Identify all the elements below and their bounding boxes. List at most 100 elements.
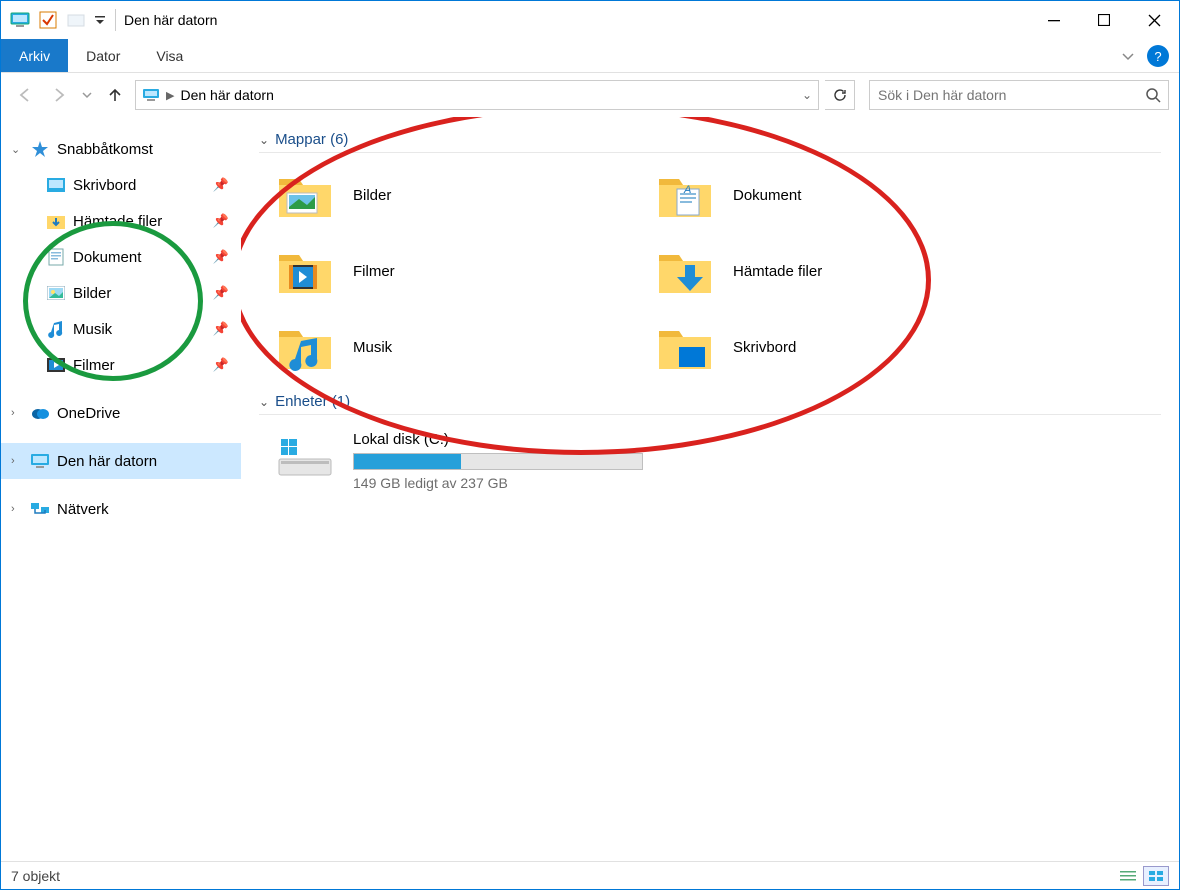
pin-icon[interactable]: 📌 xyxy=(213,285,229,301)
tree-label: Filmer xyxy=(73,357,115,374)
navigation-bar: ▶ Den här datorn ⌄ xyxy=(1,73,1179,117)
folder-label: Musik xyxy=(353,339,392,356)
tree-this-pc[interactable]: › Den här datorn xyxy=(1,443,241,479)
music-folder-icon xyxy=(277,323,333,371)
quick-access-toolbar xyxy=(9,9,107,31)
chevron-down-icon[interactable]: ⌄ xyxy=(259,133,269,147)
chevron-down-icon[interactable]: ⌄ xyxy=(259,395,269,409)
pin-icon[interactable]: 📌 xyxy=(213,249,229,265)
folder-dokument[interactable]: A Dokument xyxy=(657,171,1037,219)
onedrive-icon xyxy=(29,404,51,422)
tree-label: Musik xyxy=(73,321,112,338)
tree-label: Hämtade filer xyxy=(73,213,162,230)
navigation-tree: ⌄ Snabbåtkomst Skrivbord 📌 Hämtade filer… xyxy=(1,117,241,861)
breadcrumb-separator-icon[interactable]: ▶ xyxy=(166,89,174,102)
tree-item-filmer[interactable]: Filmer 📌 xyxy=(1,347,241,383)
folder-hamtade[interactable]: Hämtade filer xyxy=(657,247,1037,295)
tree-quick-access[interactable]: ⌄ Snabbåtkomst xyxy=(1,131,241,167)
view-large-icons-button[interactable] xyxy=(1143,866,1169,886)
view-details-button[interactable] xyxy=(1115,866,1141,886)
address-dropdown-icon[interactable]: ⌄ xyxy=(802,88,812,102)
tree-label: OneDrive xyxy=(57,405,120,422)
folder-label: Filmer xyxy=(353,263,395,280)
star-icon xyxy=(29,140,51,158)
tab-visa[interactable]: Visa xyxy=(138,39,201,72)
documents-folder-icon: A xyxy=(657,171,713,219)
desktop-icon xyxy=(45,176,67,194)
pin-icon[interactable]: 📌 xyxy=(213,357,229,373)
tree-network[interactable]: › Nätverk xyxy=(1,491,241,527)
tree-item-musik[interactable]: Musik 📌 xyxy=(1,311,241,347)
network-icon xyxy=(29,500,51,518)
tree-label: Nätverk xyxy=(57,501,109,518)
ribbon-tabs: Arkiv Dator Visa ? xyxy=(1,39,1179,73)
help-button[interactable]: ? xyxy=(1147,45,1169,67)
folder-filmer[interactable]: Filmer xyxy=(277,247,657,295)
section-title: Mappar (6) xyxy=(275,131,348,148)
folder-label: Dokument xyxy=(733,187,801,204)
recent-dropdown-icon[interactable] xyxy=(79,81,95,109)
tree-item-skrivbord[interactable]: Skrivbord 📌 xyxy=(1,167,241,203)
new-folder-icon[interactable] xyxy=(65,9,87,31)
refresh-button[interactable] xyxy=(825,80,855,110)
window-title: Den här datorn xyxy=(124,12,217,28)
chevron-right-icon[interactable]: › xyxy=(11,455,27,467)
ribbon-collapse-icon[interactable] xyxy=(1113,39,1143,72)
tree-label: Bilder xyxy=(73,285,111,302)
tree-item-hamtade[interactable]: Hämtade filer 📌 xyxy=(1,203,241,239)
tree-label: Snabbåtkomst xyxy=(57,141,153,158)
search-box[interactable] xyxy=(869,80,1169,110)
tree-item-dokument[interactable]: Dokument 📌 xyxy=(1,239,241,275)
drives-section-header[interactable]: ⌄ Enheter (1) xyxy=(259,393,1161,415)
search-icon[interactable] xyxy=(1138,87,1168,103)
pin-icon[interactable]: 📌 xyxy=(213,321,229,337)
pin-icon[interactable]: 📌 xyxy=(213,213,229,229)
minimize-button[interactable] xyxy=(1029,1,1079,39)
folder-skrivbord[interactable]: Skrivbord xyxy=(657,323,1037,371)
tree-onedrive[interactable]: › OneDrive xyxy=(1,395,241,431)
title-bar: Den här datorn xyxy=(1,1,1179,39)
tree-label: Dokument xyxy=(73,249,141,266)
drive-name: Lokal disk (C:) xyxy=(353,431,643,448)
search-input[interactable] xyxy=(870,87,1138,103)
tree-item-bilder[interactable]: Bilder 📌 xyxy=(1,275,241,311)
status-text: 7 objekt xyxy=(11,868,60,884)
svg-text:A: A xyxy=(683,184,691,196)
chevron-down-icon[interactable]: ⌄ xyxy=(11,143,27,156)
pictures-folder-icon xyxy=(277,171,333,219)
drive-c[interactable]: Lokal disk (C:) 149 GB ledigt av 237 GB xyxy=(259,421,1161,491)
back-button[interactable] xyxy=(11,81,39,109)
folder-label: Skrivbord xyxy=(733,339,796,356)
qat-dropdown-icon[interactable] xyxy=(93,9,107,31)
desktop-folder-icon xyxy=(657,323,713,371)
folder-bilder[interactable]: Bilder xyxy=(277,171,657,219)
content-pane: ⌄ Mappar (6) Bilder A Dokument Filmer xyxy=(241,117,1179,861)
pictures-icon xyxy=(45,284,67,302)
properties-icon[interactable] xyxy=(37,9,59,31)
this-pc-icon xyxy=(142,88,160,102)
this-pc-icon xyxy=(9,9,31,31)
folder-musik[interactable]: Musik xyxy=(277,323,657,371)
close-button[interactable] xyxy=(1129,1,1179,39)
document-icon xyxy=(45,248,67,266)
pin-icon[interactable]: 📌 xyxy=(213,177,229,193)
downloads-icon xyxy=(45,212,67,230)
forward-button[interactable] xyxy=(45,81,73,109)
downloads-folder-icon xyxy=(657,247,713,295)
address-bar[interactable]: ▶ Den här datorn ⌄ xyxy=(135,80,819,110)
tab-dator[interactable]: Dator xyxy=(68,39,138,72)
tab-arkiv[interactable]: Arkiv xyxy=(1,39,68,72)
folder-label: Hämtade filer xyxy=(733,263,822,280)
up-button[interactable] xyxy=(101,81,129,109)
window-controls xyxy=(1029,1,1179,39)
tree-label: Den här datorn xyxy=(57,453,157,470)
chevron-right-icon[interactable]: › xyxy=(11,503,27,515)
videos-icon xyxy=(45,356,67,374)
folder-label: Bilder xyxy=(353,187,391,204)
music-icon xyxy=(45,320,67,338)
breadcrumb-this-pc[interactable]: Den här datorn xyxy=(180,87,273,103)
chevron-right-icon[interactable]: › xyxy=(11,407,27,419)
folders-section-header[interactable]: ⌄ Mappar (6) xyxy=(259,131,1161,153)
maximize-button[interactable] xyxy=(1079,1,1129,39)
drive-usage-bar xyxy=(353,453,643,470)
